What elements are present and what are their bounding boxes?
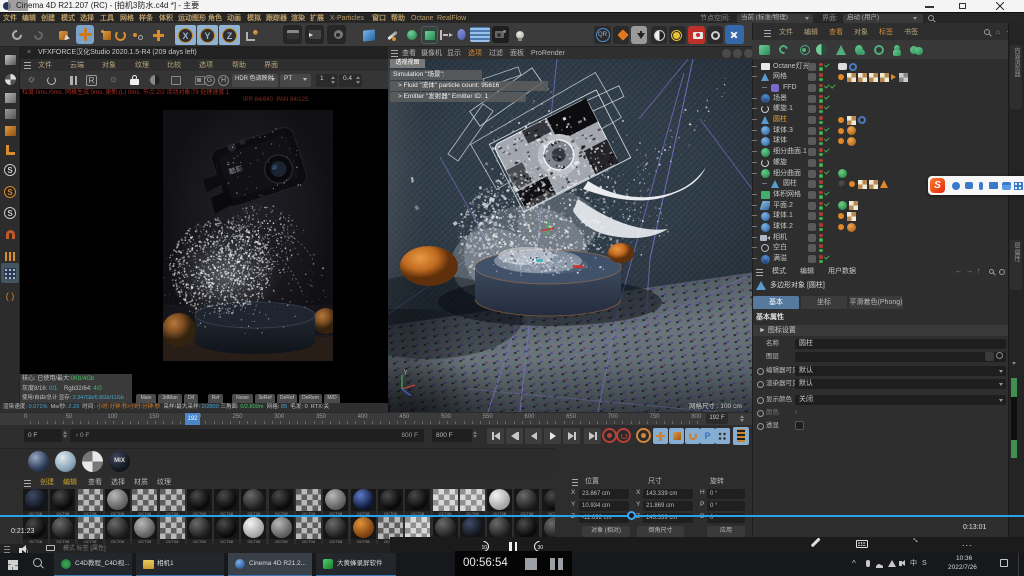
- svg-text:y: y: [404, 369, 407, 375]
